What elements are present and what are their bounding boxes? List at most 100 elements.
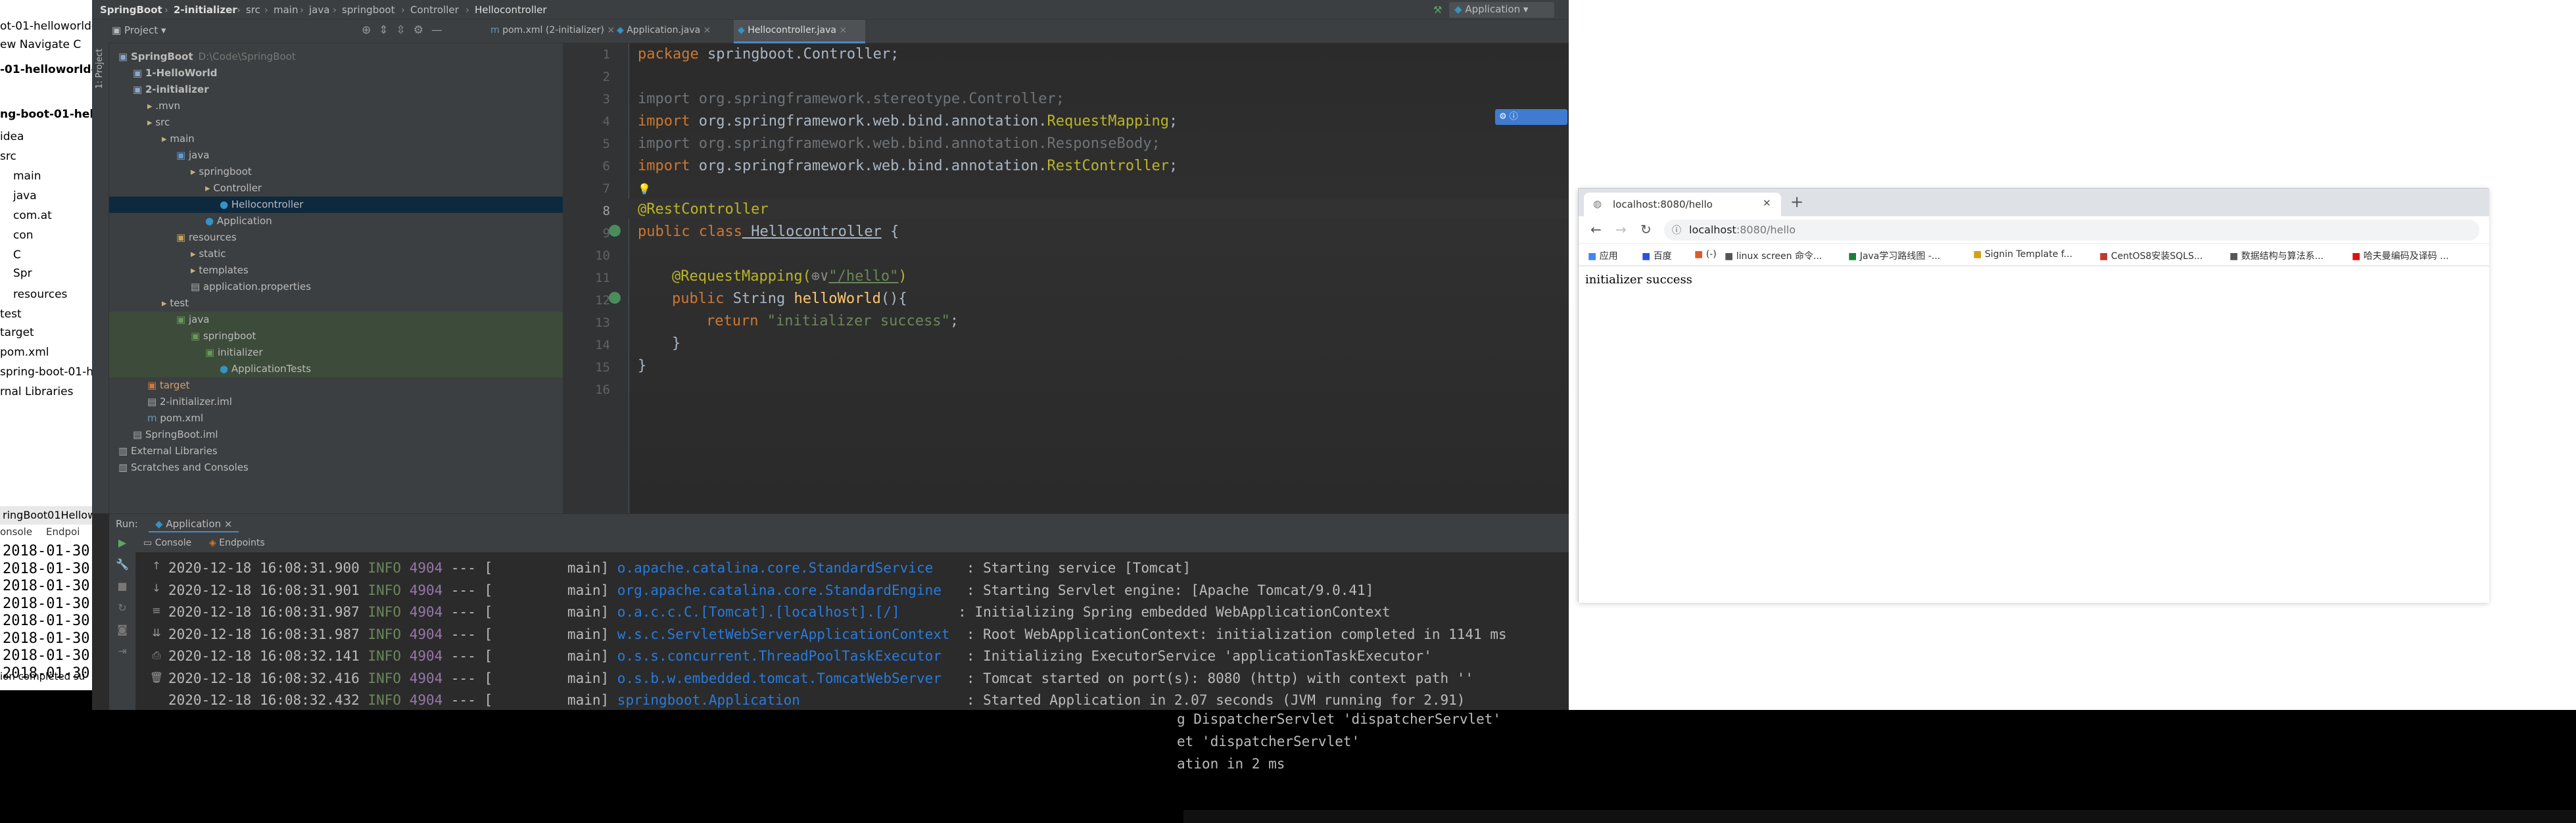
tree-item[interactable]: ▣ target <box>109 377 563 394</box>
new-tab-button[interactable]: + <box>1790 193 1803 211</box>
tree-item[interactable]: ▣ 2-initializer <box>109 82 563 98</box>
breadcrumb-main[interactable]: main <box>274 4 298 16</box>
back-window-text: Spr <box>13 267 32 280</box>
breadcrumb-class[interactable]: Hellocontroller <box>475 4 547 16</box>
globe-icon[interactable]: ⊕ <box>362 24 379 37</box>
ide-window: SpringBoot › 2-initializer › src › main … <box>92 0 1569 710</box>
tree-item[interactable]: ▸ test <box>109 295 563 312</box>
log-line: 2020-12-18 16:08:31.987 INFO 4904 --- [ … <box>168 626 1507 642</box>
tree-item[interactable]: ● ApplicationTests <box>109 361 563 377</box>
tree-item[interactable]: ▣ 1-HelloWorld <box>109 65 563 82</box>
tree-item[interactable]: ▸ .mvn <box>109 98 563 114</box>
project-panel-header[interactable]: ▣ Project ▾ <box>112 24 166 36</box>
tree-item[interactable]: ▤ SpringBoot.iml <box>109 427 563 443</box>
translate-popup[interactable]: ⚙ ⓘ <box>1495 109 1567 125</box>
tree-item[interactable]: ● Hellocontroller <box>109 197 563 213</box>
tree-item[interactable]: ▸ main <box>109 131 563 147</box>
tree-item[interactable]: ▣ SpringBoot D:\Code\SpringBoot <box>109 49 563 65</box>
collapse-icon[interactable]: ⇕ <box>379 24 396 37</box>
tree-item[interactable]: ▣ java <box>109 147 563 164</box>
breadcrumb-springboot[interactable]: springboot <box>342 4 394 16</box>
editor-tab[interactable]: m pom.xml (2-initializer) × <box>487 20 615 43</box>
tree-folder-icon: ▸ <box>191 166 199 177</box>
bookmark-item[interactable]: ■ Java学习路线图 -... <box>1848 249 1940 262</box>
close-tab-icon[interactable]: ✕ <box>1763 197 1771 209</box>
hammer-icon[interactable]: ⚒ <box>1433 4 1442 16</box>
back-window-text: pom.xml <box>0 346 49 359</box>
back-log-line: 2018-01-30 <box>3 613 90 629</box>
project-tool-button[interactable]: 1: Project <box>95 49 105 89</box>
tree-item[interactable]: ▥ Scratches and Consoles <box>109 459 563 476</box>
bookmark-item[interactable]: ■ 百度 <box>1642 249 1672 262</box>
breadcrumb-src[interactable]: src <box>246 4 260 16</box>
back-console-label[interactable]: onsole <box>0 526 32 538</box>
address-bar[interactable]: ⓘ localhost:8080/hello <box>1664 220 2479 241</box>
line-number: 3 <box>602 92 610 106</box>
tree-class-icon: ● <box>205 215 217 227</box>
tree-label: External Libraries <box>130 445 218 457</box>
bookmark-item[interactable]: ■ linux screen 命令... <box>1725 249 1822 262</box>
breadcrumb-project[interactable]: SpringBoot <box>100 4 162 16</box>
overflow-log-line: ation in 2 ms <box>1177 756 1285 772</box>
browser-tab[interactable]: ◍ localhost:8080/hello ✕ <box>1584 193 1781 216</box>
tree-item[interactable]: ▤ 2-initializer.iml <box>109 394 563 410</box>
tree-label: target <box>159 379 190 391</box>
back-log-line: 2018-01-30 <box>3 543 90 559</box>
line-number: 14 <box>595 338 610 352</box>
bookmark-item[interactable]: ■ 哈夫曼编码及译码 ... <box>2352 249 2449 262</box>
tree-item[interactable]: ▸ static <box>109 246 563 262</box>
reload-icon[interactable]: ↻ <box>1640 222 1652 237</box>
tree-path: D:\Code\SpringBoot <box>198 51 296 62</box>
tree-label: resources <box>188 231 237 243</box>
console-output[interactable]: 2020-12-18 16:08:31.900 INFO 4904 --- [ … <box>109 514 1569 710</box>
tree-item[interactable]: ▤ application.properties <box>109 279 563 295</box>
bean-gutter-icon[interactable] <box>609 225 621 237</box>
line-number: 15 <box>595 360 610 375</box>
editor-tab[interactable]: ◆ Hellocontroller.java × <box>734 20 865 43</box>
tree-item[interactable]: ▣ springboot <box>109 328 563 344</box>
breadcrumb-java[interactable]: java <box>309 4 329 16</box>
bookmark-item[interactable]: ■ 数据结构与算法系... <box>2230 249 2324 262</box>
back-console-label[interactable]: Endpoi <box>46 526 80 538</box>
lightbulb-icon[interactable]: 💡 <box>638 183 651 195</box>
code-editor[interactable]: 1 2 3 4 5 6 7 8 9 10 11 12 13 14 15 16 package springbo… <box>563 43 1569 513</box>
project-tree: ▣ SpringBoot D:\Code\SpringBoot ▣ 1-HelloW… <box>109 43 563 513</box>
bookmark-item[interactable]: ■ Signin Template f... <box>1973 249 2072 260</box>
tree-item[interactable]: ▥ External Libraries <box>109 443 563 459</box>
breadcrumb-controller[interactable]: Controller <box>410 4 459 16</box>
bookmark-item[interactable]: ■ (-) <box>1694 249 1717 260</box>
editor-tab[interactable]: ◆ Application.java × <box>613 20 730 43</box>
expand-icon[interactable]: ⇳ <box>396 24 414 37</box>
line-number: 7 <box>602 181 610 196</box>
tree-item[interactable]: ▣ initializer <box>109 344 563 361</box>
mapping-gutter-icon[interactable] <box>609 292 621 304</box>
tree-item[interactable]: ▣ java <box>109 312 563 328</box>
back-icon[interactable]: ← <box>1590 222 1602 237</box>
run-config-selector[interactable]: ◆ Application ▾ <box>1449 2 1554 18</box>
line-number: 1 <box>602 47 610 62</box>
minimize-icon[interactable]: — <box>431 24 450 37</box>
tree-item[interactable]: ● Application <box>109 213 563 229</box>
tree-item[interactable]: m pom.xml <box>109 410 563 427</box>
back-console-tab[interactable]: ringBoot01Hellow <box>0 506 92 525</box>
bookmark-item[interactable]: ■ 应用 <box>1588 249 1618 262</box>
line-number: 2 <box>602 70 610 84</box>
bookmark-icon: ■ <box>1642 251 1654 262</box>
close-icon[interactable]: × <box>700 25 711 35</box>
back-log-line: 2018-01-30 <box>3 647 90 664</box>
forward-icon[interactable]: → <box>1615 222 1627 237</box>
line-number: 5 <box>602 137 610 151</box>
tree-label: application.properties <box>203 281 312 293</box>
info-icon: ⓘ <box>1672 225 1681 236</box>
tree-item[interactable]: ▸ src <box>109 114 563 131</box>
tree-item[interactable]: ▸ springboot <box>109 164 563 180</box>
tree-item[interactable]: ▸ Controller <box>109 180 563 197</box>
tree-item[interactable]: ▸ templates <box>109 262 563 279</box>
line-number: 10 <box>595 248 610 263</box>
tree-item[interactable]: ▣ resources <box>109 229 563 246</box>
back-log-line: 2018-01-30 <box>3 578 90 594</box>
gear-icon[interactable]: ⚙ <box>414 24 431 37</box>
breadcrumb-module[interactable]: 2-initializer <box>174 4 237 16</box>
close-icon[interactable]: × <box>836 25 847 35</box>
bookmark-item[interactable]: ■ CentOS8安装SQLS... <box>2099 249 2203 262</box>
